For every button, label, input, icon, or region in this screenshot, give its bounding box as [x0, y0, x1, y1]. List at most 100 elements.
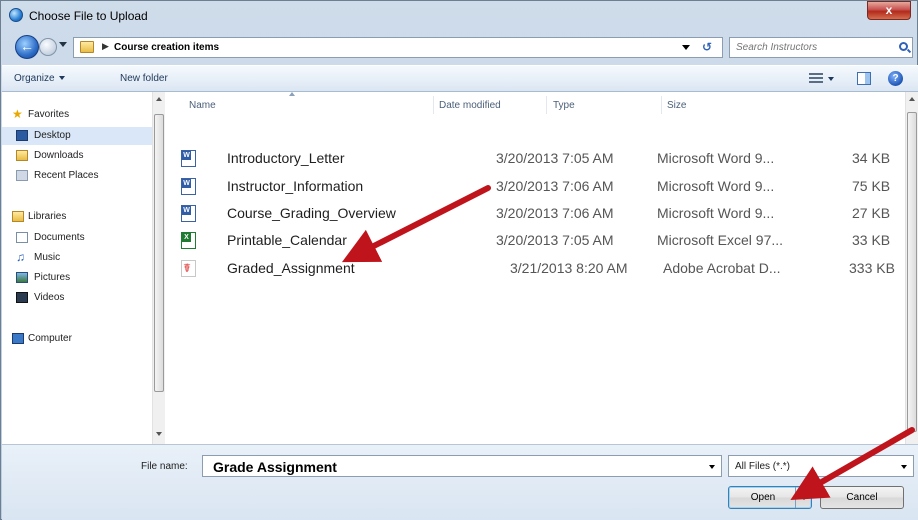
file-type: Adobe Acrobat D... — [663, 260, 781, 276]
sidebar-item-downloads[interactable]: Downloads — [2, 147, 152, 165]
file-size: 75 KB — [852, 178, 891, 194]
sidebar-item-label: Desktop — [34, 130, 71, 141]
downloads-folder-icon — [16, 150, 28, 161]
new-folder-button[interactable]: New folder — [120, 73, 168, 84]
file-size: 34 KB — [852, 150, 891, 166]
scroll-up-icon[interactable] — [156, 97, 162, 101]
sidebar-item-documents[interactable]: Documents — [2, 229, 152, 247]
chevron-right-icon[interactable]: ▶ — [102, 41, 109, 52]
column-divider[interactable] — [433, 96, 434, 114]
videos-icon — [16, 292, 28, 303]
search-box[interactable] — [729, 37, 913, 58]
sidebar-item-recent-places[interactable]: Recent Places — [2, 167, 152, 185]
toolbar: Organize New folder ? — [2, 65, 918, 92]
sidebar-item-favorites[interactable]: ★ Favorites — [2, 106, 152, 124]
sidebar-item-label: Recent Places — [34, 170, 99, 181]
sidebar-item-label: Documents — [34, 232, 85, 243]
chevron-down-icon[interactable] — [901, 465, 907, 469]
chevron-down-icon[interactable] — [709, 465, 715, 469]
music-note-icon: ♫ — [16, 250, 25, 264]
scroll-thumb[interactable] — [907, 112, 917, 432]
word-doc-icon — [181, 150, 196, 167]
forward-button[interactable] — [39, 38, 57, 56]
column-header-row: Name Date modified Type Size — [171, 92, 905, 119]
browser-globe-icon — [9, 8, 23, 22]
list-item[interactable]: Instructor_Information 3/20/2013 7:06 AM… — [171, 178, 905, 206]
scroll-up-icon[interactable] — [909, 97, 915, 101]
file-date: 3/20/2013 7:06 AM — [496, 205, 614, 221]
column-header-size[interactable]: Size — [667, 100, 686, 111]
file-type: Microsoft Word 9... — [657, 178, 775, 194]
search-icon[interactable] — [899, 42, 908, 51]
star-icon: ★ — [12, 107, 23, 121]
sidebar-item-label: Downloads — [34, 150, 84, 161]
column-divider[interactable] — [661, 96, 662, 114]
help-icon[interactable]: ? — [888, 71, 903, 86]
cancel-button-label: Cancel — [846, 492, 878, 503]
search-input[interactable] — [736, 40, 886, 55]
open-button-label: Open — [750, 492, 776, 503]
refresh-icon[interactable]: ↺ — [698, 40, 716, 55]
file-name: Graded_Assignment — [227, 260, 355, 276]
scroll-down-icon[interactable] — [156, 432, 162, 436]
file-name: Instructor_Information — [227, 178, 364, 194]
file-type-filter-value: All Files (*.*) — [735, 461, 791, 472]
back-button[interactable]: ← — [15, 35, 39, 59]
sidebar-item-libraries[interactable]: Libraries — [2, 208, 152, 226]
file-type: Microsoft Word 9... — [657, 150, 775, 166]
organize-button[interactable]: Organize — [14, 73, 65, 84]
address-bar[interactable]: ▶ Course creation items ↺ — [73, 37, 723, 58]
address-row: ← ▶ Course creation items ↺ — [1, 31, 917, 65]
list-item[interactable]: Graded_Assignment 3/21/2013 8:20 AM Adob… — [171, 260, 905, 288]
recent-locations-dropdown[interactable] — [59, 42, 67, 47]
navigation-pane: ★ Favorites Desktop Downloads Recent Pla… — [2, 92, 152, 444]
column-header-name[interactable]: Name — [189, 100, 216, 111]
libraries-icon — [12, 211, 24, 222]
file-size: 333 KB — [849, 260, 895, 276]
excel-doc-icon — [181, 232, 196, 249]
file-type-filter[interactable]: All Files (*.*) — [728, 455, 914, 477]
change-view-icon[interactable] — [809, 73, 823, 84]
documents-icon — [16, 232, 28, 243]
sidebar-item-label: Computer — [28, 333, 72, 344]
column-header-date[interactable]: Date modified — [439, 100, 501, 111]
sidebar-item-music[interactable]: ♫ Music — [2, 249, 152, 267]
column-header-type[interactable]: Type — [553, 100, 575, 111]
file-name-input[interactable] — [213, 458, 693, 475]
file-list-scrollbar[interactable] — [905, 92, 918, 444]
folder-icon — [80, 41, 94, 53]
file-list: Name Date modified Type Size Introductor… — [171, 92, 905, 444]
chevron-down-icon[interactable] — [828, 77, 834, 81]
file-date: 3/21/2013 8:20 AM — [510, 260, 628, 276]
sidebar-item-desktop[interactable]: Desktop — [2, 127, 152, 145]
file-date: 3/20/2013 7:06 AM — [496, 178, 614, 194]
list-item[interactable]: Introductory_Letter 3/20/2013 7:05 AM Mi… — [171, 150, 905, 178]
file-name-combobox[interactable] — [202, 455, 722, 477]
file-upload-dialog: Choose File to Upload x ← ▶ Course creat… — [0, 0, 918, 520]
chevron-down-icon[interactable] — [682, 45, 690, 50]
preview-pane-icon[interactable] — [857, 72, 871, 85]
desktop-icon — [16, 130, 28, 141]
sidebar-item-computer[interactable]: Computer — [2, 330, 152, 348]
file-type: Microsoft Word 9... — [657, 205, 775, 221]
recent-places-icon — [16, 170, 28, 181]
open-button[interactable]: Open — [728, 486, 812, 509]
scroll-thumb[interactable] — [154, 114, 164, 392]
file-name: Printable_Calendar — [227, 232, 347, 248]
open-options-dropdown[interactable] — [795, 487, 811, 508]
navigation-scrollbar[interactable] — [152, 92, 165, 444]
column-divider[interactable] — [546, 96, 547, 114]
sidebar-item-label: Videos — [34, 292, 65, 303]
title-bar[interactable]: Choose File to Upload x — [1, 1, 917, 31]
breadcrumb[interactable]: Course creation items — [114, 42, 219, 53]
cancel-button[interactable]: Cancel — [820, 486, 904, 509]
content-area: ★ Favorites Desktop Downloads Recent Pla… — [2, 92, 918, 444]
list-item[interactable]: Printable_Calendar 3/20/2013 7:05 AM Mic… — [171, 232, 905, 260]
sidebar-item-label: Favorites — [28, 109, 70, 120]
sidebar-item-pictures[interactable]: Pictures — [2, 269, 152, 287]
list-item[interactable]: Course_Grading_Overview 3/20/2013 7:06 A… — [171, 205, 905, 233]
pictures-icon — [16, 272, 28, 283]
sidebar-item-videos[interactable]: Videos — [2, 289, 152, 307]
file-name: Course_Grading_Overview — [227, 205, 396, 221]
close-button[interactable]: x — [867, 1, 911, 20]
